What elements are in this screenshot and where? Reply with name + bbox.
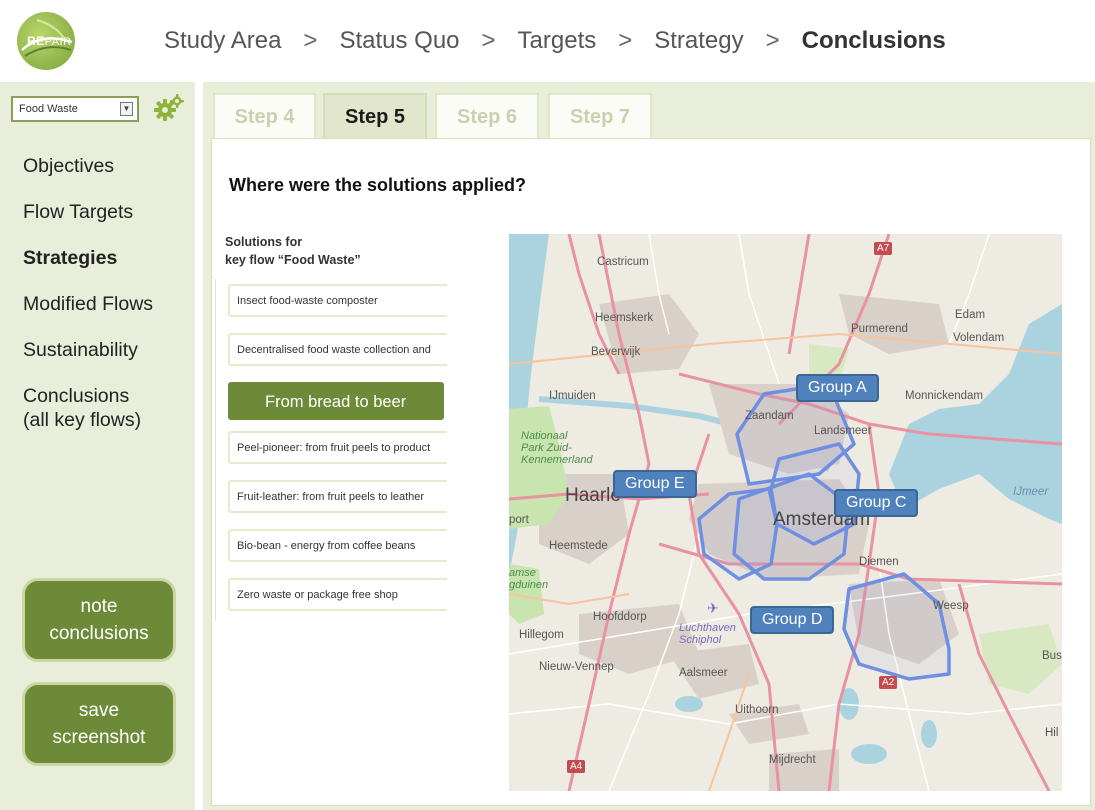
map-label: Nationaal bbox=[521, 430, 568, 442]
map-label: gduinen bbox=[509, 579, 549, 591]
panel-divider bbox=[195, 82, 203, 810]
solutions-list[interactable]: Insect food-waste composter Decentralise… bbox=[215, 279, 447, 621]
solution-item[interactable]: Decentralised food waste collection and bbox=[228, 333, 447, 366]
breadcrumb: Study Area > Status Quo > Targets > Stra… bbox=[164, 27, 946, 55]
solution-item[interactable]: Fruit-leather: from fruit peels to leath… bbox=[228, 480, 447, 513]
group-c-label[interactable]: Group C bbox=[834, 489, 919, 517]
note-conclusions-button[interactable]: note conclusions bbox=[22, 578, 176, 662]
solution-item-selected[interactable]: From bread to beer bbox=[228, 382, 444, 420]
solution-item[interactable]: Bio-bean - energy from coffee beans bbox=[228, 529, 447, 562]
map-label: Castricum bbox=[597, 256, 649, 268]
road-sign-a2: A2 bbox=[879, 676, 898, 689]
crumb-status-quo[interactable]: Status Quo bbox=[339, 27, 459, 55]
step-content: Where were the solutions applied? Soluti… bbox=[211, 138, 1091, 806]
sidebar-item-conclusions[interactable]: Conclusions (all key flows) bbox=[23, 384, 153, 432]
crumb-separator: > bbox=[618, 27, 633, 54]
map-label: Beverwijk bbox=[591, 346, 641, 358]
solution-item[interactable]: Insect food-waste composter bbox=[228, 284, 447, 317]
button-label: note bbox=[80, 596, 118, 617]
chevron-down-icon[interactable]: ▼ bbox=[120, 102, 133, 116]
tab-step-7[interactable]: Step 7 bbox=[548, 93, 652, 139]
keyflow-select[interactable]: Food Waste ▼ bbox=[11, 96, 139, 122]
map-label: Mijdrecht bbox=[769, 754, 816, 766]
map-label: Aalsmeer bbox=[679, 667, 728, 679]
map-label: Uithoorn bbox=[735, 704, 779, 716]
crumb-study-area[interactable]: Study Area bbox=[164, 27, 281, 55]
solution-item[interactable]: Zero waste or package free shop bbox=[228, 578, 447, 611]
map-label: Kennemerland bbox=[521, 454, 593, 466]
solutions-heading-line: key flow “Food Waste” bbox=[225, 253, 361, 267]
map-label: Heemskerk bbox=[595, 312, 654, 324]
map-label: Hillegom bbox=[519, 629, 564, 641]
map-label: Monnickendam bbox=[905, 390, 983, 402]
gear-icon[interactable] bbox=[154, 94, 184, 122]
map-label: Zaandam bbox=[745, 410, 794, 422]
map-label: Heemstede bbox=[549, 540, 608, 552]
solution-item[interactable]: Peel-pioneer: from fruit peels to produc… bbox=[228, 431, 447, 464]
airplane-icon: ✈ bbox=[707, 600, 719, 616]
road-sign-a7: A7 bbox=[874, 242, 893, 255]
sidebar-menu: Objectives Flow Targets Strategies Modif… bbox=[23, 154, 153, 454]
sidebar-item-strategies[interactable]: Strategies bbox=[23, 246, 153, 270]
map-label: Volendam bbox=[953, 332, 1005, 344]
map-label: Diemen bbox=[859, 556, 899, 568]
map-label: Bus bbox=[1042, 650, 1062, 662]
crumb-separator: > bbox=[765, 27, 780, 54]
map-label: Hil bbox=[1045, 727, 1059, 739]
crumb-separator: > bbox=[303, 27, 318, 54]
tab-step-4[interactable]: Step 4 bbox=[213, 93, 316, 139]
map[interactable]: Castricum Heemskerk Beverwijk IJmuiden P… bbox=[509, 234, 1062, 791]
solutions-heading: Solutions for key flow “Food Waste” bbox=[225, 233, 361, 269]
tab-step-5[interactable]: Step 5 bbox=[323, 93, 427, 139]
map-label: Luchthaven bbox=[679, 622, 736, 634]
map-label: Purmerend bbox=[851, 323, 908, 335]
sidebar-item-label: Conclusions bbox=[23, 385, 130, 407]
map-label: IJmuiden bbox=[549, 390, 596, 402]
button-label: save bbox=[78, 700, 120, 721]
header: REPAIR Study Area > Status Quo > Targets… bbox=[0, 0, 1095, 82]
map-label: Landsmeer bbox=[814, 425, 872, 437]
group-a-label[interactable]: Group A bbox=[796, 374, 879, 402]
save-screenshot-button[interactable]: save screenshot bbox=[22, 682, 176, 766]
map-label: IJmeer bbox=[1013, 486, 1049, 498]
crumb-targets[interactable]: Targets bbox=[518, 27, 597, 55]
map-label: Schiphol bbox=[679, 634, 722, 646]
logo-text-suffix: PAIR bbox=[44, 36, 72, 48]
sidebar-item-sustainability[interactable]: Sustainability bbox=[23, 338, 153, 362]
map-label: Hoofddorp bbox=[593, 611, 647, 623]
tab-step-6[interactable]: Step 6 bbox=[435, 93, 539, 139]
repair-logo[interactable]: REPAIR bbox=[17, 12, 75, 70]
road-sign-a4: A4 bbox=[567, 760, 586, 773]
crumb-conclusions[interactable]: Conclusions bbox=[802, 27, 946, 55]
map-label: Edam bbox=[955, 309, 986, 321]
sidebar-item-objectives[interactable]: Objectives bbox=[23, 154, 153, 178]
group-e-label[interactable]: Group E bbox=[613, 470, 697, 498]
button-label: screenshot bbox=[52, 727, 146, 748]
solutions-heading-line: Solutions for bbox=[225, 235, 303, 249]
map-label: Nieuw-Vennep bbox=[539, 661, 614, 673]
button-label: conclusions bbox=[49, 623, 149, 644]
sidebar-item-flow-targets[interactable]: Flow Targets bbox=[23, 200, 153, 224]
crumb-separator: > bbox=[481, 27, 496, 54]
keyflow-select-value: Food Waste bbox=[19, 103, 78, 115]
main-panel: Step 4 Step 5 Step 6 Step 7 Where were t… bbox=[203, 82, 1095, 810]
map-label: amse bbox=[509, 567, 536, 579]
map-label: Park Zuid- bbox=[521, 442, 572, 454]
map-label: Weesp bbox=[933, 600, 969, 612]
crumb-strategy[interactable]: Strategy bbox=[654, 27, 743, 55]
group-d-label[interactable]: Group D bbox=[750, 606, 835, 634]
sidebar-item-sublabel: (all key flows) bbox=[23, 409, 142, 431]
sidebar-item-modified-flows[interactable]: Modified Flows bbox=[23, 292, 153, 316]
map-label: port bbox=[509, 514, 529, 526]
page-title: Where were the solutions applied? bbox=[229, 175, 527, 195]
sidebar: Food Waste ▼ Objectives Flow Targets Str… bbox=[0, 82, 195, 810]
logo-text: RE bbox=[27, 34, 45, 48]
